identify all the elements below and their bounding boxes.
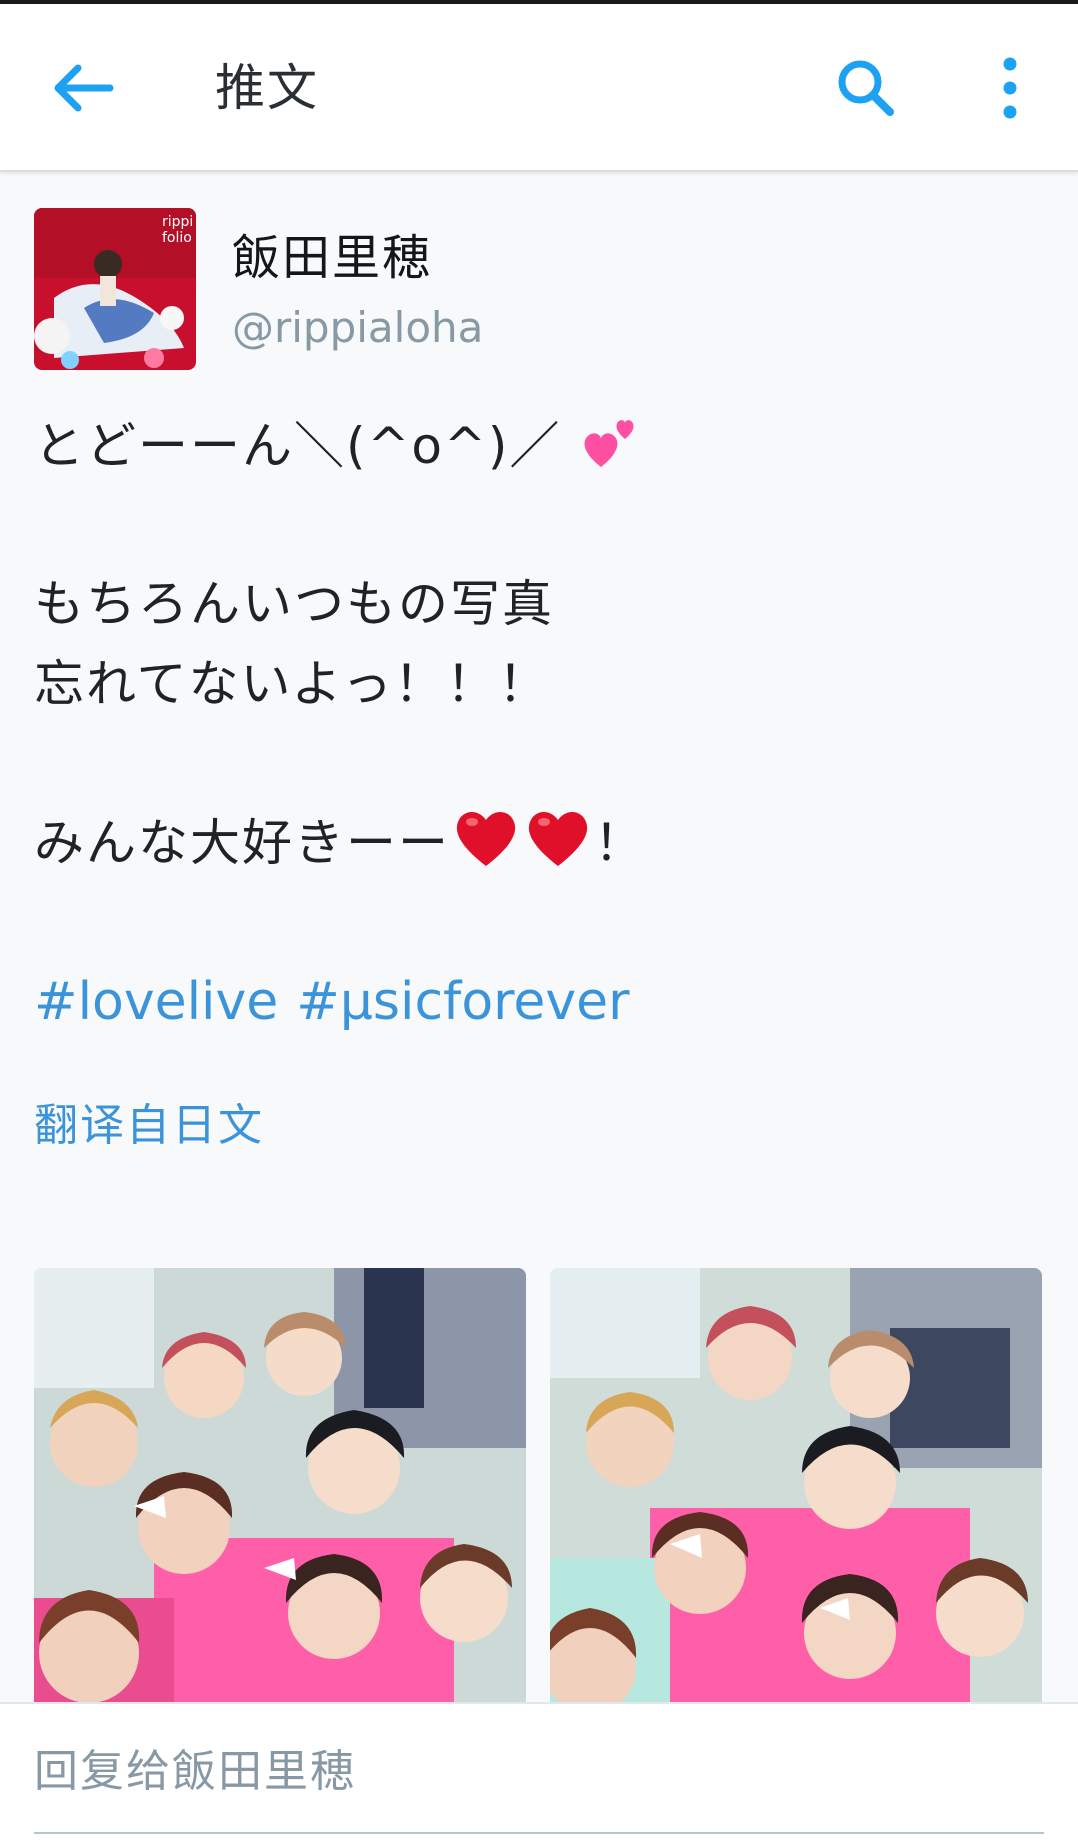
back-button[interactable] (44, 48, 124, 128)
page-title: 推文 (215, 59, 319, 117)
author-handle[interactable]: @rippialoha (232, 300, 483, 356)
author-name[interactable]: 飯田里穂 (232, 228, 432, 288)
tweet-photo[interactable] (34, 1268, 526, 1708)
tweet-text-line: もちろんいつもの写真 (34, 575, 554, 633)
avatar[interactable]: rippi folio (34, 208, 196, 370)
svg-text:folio: folio (162, 230, 192, 246)
svg-text:rippi: rippi (162, 214, 193, 230)
red-heart-icon (528, 811, 588, 866)
search-button[interactable] (826, 48, 906, 128)
more-options-button[interactable] (975, 48, 1045, 128)
tweet-photo[interactable] (550, 1268, 1042, 1708)
tweet-text-segment: とどーーん＼(^o^)／ (34, 417, 562, 475)
reply-bar: 回复给飯田里穂 (0, 1702, 1078, 1848)
red-heart-icon (456, 811, 516, 866)
tweet-text-line: みんな大好きーー ！ (34, 802, 1034, 882)
arrow-left-icon (54, 64, 114, 112)
tweet-text-segment: ！ (594, 814, 646, 872)
app-bar: 推文 (0, 4, 1078, 172)
hashtags: #lovelive #μsicforever (34, 962, 648, 1042)
reply-input-underline (34, 1832, 1044, 1834)
tweet-text-line: とどーーん＼(^o^)／ (34, 406, 1034, 486)
translate-link[interactable]: 翻译自日文 (34, 1096, 264, 1156)
search-icon (838, 60, 894, 116)
tweet-text-segment: みんな大好きーー (34, 814, 450, 872)
tweet-text: とどーーん＼(^o^)／ もちろんいつもの写真 忘れてないよっ！！！ みんな大好… (34, 406, 1034, 882)
more-vertical-icon (1003, 57, 1017, 119)
two-hearts-icon (584, 420, 634, 467)
reply-input[interactable]: 回复给飯田里穂 (34, 1742, 356, 1802)
hashtag-link[interactable]: #μsicforever (296, 972, 629, 1032)
tweet-text-line: 忘れてないよっ！！！ (34, 655, 550, 713)
tweet-detail-screen: 推文 rippi folio 飯田里穂 @rippialoha とどーーん＼(^… (0, 0, 1078, 1848)
hashtag-link[interactable]: #lovelive (34, 972, 278, 1032)
